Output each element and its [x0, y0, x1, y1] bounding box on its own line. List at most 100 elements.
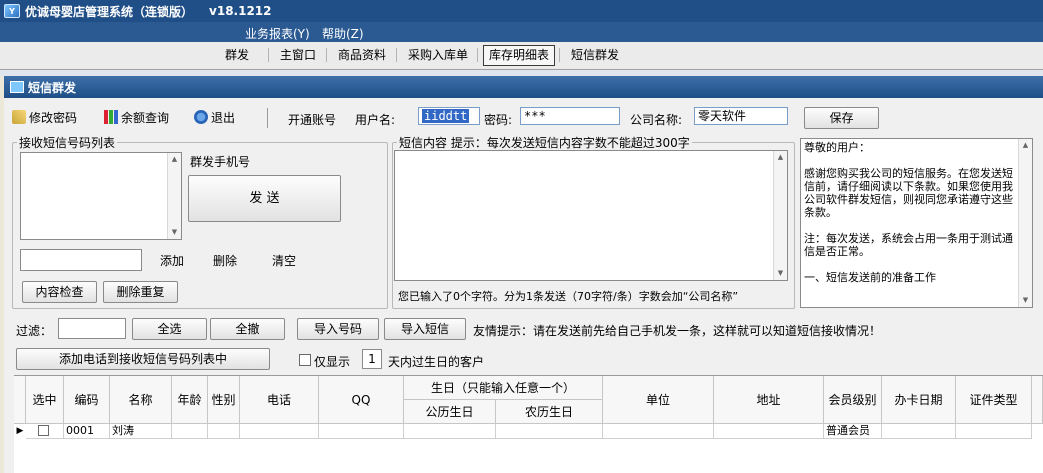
change-password-label: 修改密码 [29, 110, 78, 125]
filter-row: 过滤： 全选 全撤 导入号码 导入短信 友情提示：请在发送前先给自己手机发一条，… [4, 316, 1043, 344]
recipient-list[interactable]: ▲ ▼ [20, 152, 182, 240]
toolbar-separator [267, 108, 268, 128]
tab-separator [477, 48, 478, 62]
col-header-phone[interactable]: 电话 [240, 376, 319, 424]
notice-spacer [804, 219, 1014, 232]
tab-group-send[interactable]: 群发 [219, 45, 255, 66]
tab-sms-mass-send[interactable]: 短信群发 [565, 45, 625, 66]
tab-main-window[interactable]: 主窗口 [274, 45, 322, 66]
clear-link[interactable]: 清空 [272, 252, 296, 269]
table-row-code[interactable]: 0001 [64, 424, 110, 439]
table-row-name[interactable]: 刘涛 [110, 424, 172, 439]
only-show-checkbox[interactable] [299, 354, 311, 366]
table-row-age[interactable] [172, 424, 208, 439]
col-header-gender[interactable]: 性别 [208, 376, 240, 424]
scroll-down-icon[interactable]: ▼ [774, 267, 787, 280]
table-row-card-date[interactable] [882, 424, 956, 439]
scroll-up-icon[interactable]: ▲ [168, 153, 181, 166]
notice-scrollbar[interactable]: ▲ ▼ [1018, 139, 1032, 307]
window-title: 短信群发 [28, 80, 77, 95]
table-row-gender[interactable] [208, 424, 240, 439]
tab-separator [326, 48, 327, 62]
notice-line: 一、短信发送前的准备工作 [804, 271, 936, 284]
tab-inventory-detail[interactable]: 库存明细表 [483, 45, 556, 66]
table-row-address[interactable] [714, 424, 824, 439]
filter-input[interactable] [58, 318, 126, 339]
table-row-selected-cell[interactable] [26, 424, 64, 439]
col-header-qq[interactable]: QQ [319, 376, 404, 424]
tab-separator [396, 48, 397, 62]
birthday-days-input[interactable]: 1 [362, 349, 382, 369]
send-button[interactable]: 发 送 [188, 175, 341, 222]
import-sms-button[interactable]: 导入短信 [384, 318, 466, 340]
password-input[interactable]: *** [520, 107, 620, 125]
menu-help[interactable]: 帮助(Z) [322, 25, 364, 42]
notice-spacer [804, 154, 1014, 167]
col-header-unit[interactable]: 单位 [603, 376, 714, 424]
notice-line: 尊敬的用户： [804, 141, 870, 154]
col-header-code[interactable]: 编码 [64, 376, 110, 424]
open-account-link[interactable]: 开通账号 [288, 111, 336, 128]
sms-content-input[interactable]: ▲ ▼ [394, 150, 788, 281]
username-label: 用户名: [355, 113, 396, 127]
col-header-overflow [1032, 376, 1043, 424]
app-version: v18.1212 [209, 4, 272, 18]
import-numbers-button[interactable]: 导入号码 [297, 318, 379, 340]
scroll-up-icon[interactable]: ▲ [1019, 139, 1032, 152]
exit-label: 退出 [211, 110, 236, 125]
birthday-days-label: 天内过生日的客户 [388, 355, 485, 369]
col-header-age[interactable]: 年龄 [172, 376, 208, 424]
col-header-address[interactable]: 地址 [714, 376, 824, 424]
change-password-button[interactable]: 修改密码 [12, 108, 77, 126]
table-row-member-level[interactable]: 普通会员 [824, 424, 882, 439]
col-header-member-level[interactable]: 会员级别 [824, 376, 882, 424]
key-icon [12, 110, 26, 124]
company-name-input[interactable]: 零天软件 [694, 107, 788, 125]
select-all-button[interactable]: 全选 [132, 318, 207, 340]
tab-purchase-receipt[interactable]: 采购入库单 [402, 45, 474, 66]
row-select-checkbox[interactable] [38, 425, 49, 436]
window-icon [10, 81, 24, 93]
save-button[interactable]: 保存 [804, 107, 879, 129]
friendly-tip: 友情提示：请在发送前先给自己手机发一条，这样就可以知道短信接收情况！ [473, 324, 882, 338]
col-header-name[interactable]: 名称 [110, 376, 172, 424]
col-header-id-type[interactable]: 证件类型 [956, 376, 1032, 424]
bar-chart-icon [104, 110, 118, 124]
sms-char-count-status: 您已输入了0个字符。分为1条发送（70字符/条）字数会加“公司名称” [398, 290, 739, 303]
add-phone-to-list-button[interactable]: 添加电话到接收短信号码列表中 [16, 348, 270, 370]
table-row-unit[interactable] [603, 424, 714, 439]
customer-grid: 选中 编码 名称 年龄 性别 电话 QQ 生日（只能输入任意一个） 公历生日 农… [14, 375, 1043, 473]
remove-duplicates-button[interactable]: 删除重复 [103, 281, 178, 303]
content-check-button[interactable]: 内容检查 [22, 281, 97, 303]
delete-link[interactable]: 删除 [213, 252, 237, 269]
col-header-lunar-birthday[interactable]: 农历生日 [496, 400, 603, 424]
table-row-id-type[interactable] [956, 424, 1032, 439]
username-input[interactable]: iiddtt [418, 107, 480, 125]
table-row-phone[interactable] [240, 424, 319, 439]
scroll-down-icon[interactable]: ▼ [168, 226, 181, 239]
exit-icon [194, 110, 208, 124]
sms-content-scrollbar[interactable]: ▲ ▼ [773, 151, 787, 280]
exit-button[interactable]: 退出 [194, 108, 235, 126]
col-header-birthday-group: 生日（只能输入任意一个） [404, 376, 603, 400]
col-header-selected[interactable]: 选中 [26, 376, 64, 424]
balance-query-label: 余额查询 [121, 110, 170, 125]
sms-content-legend: 短信内容 提示：每次发送短信内容字数不能超过300字 [399, 136, 690, 150]
scroll-up-icon[interactable]: ▲ [774, 151, 787, 164]
tab-product-info[interactable]: 商品资料 [332, 45, 392, 66]
table-row-qq[interactable] [319, 424, 404, 439]
menu-business-reports[interactable]: 业务报表(Y) [245, 25, 310, 42]
row-indicator-header [14, 376, 26, 424]
col-header-card-date[interactable]: 办卡日期 [882, 376, 956, 424]
table-row-lunar-birthday[interactable] [496, 424, 603, 439]
add-link[interactable]: 添加 [160, 252, 184, 269]
scroll-down-icon[interactable]: ▼ [1019, 294, 1032, 307]
mass-phone-label: 群发手机号 [190, 155, 251, 169]
table-row-solar-birthday[interactable] [404, 424, 496, 439]
title-bar: Y 优诚母婴店管理系统（连锁版） v18.1212 [0, 0, 1043, 22]
phone-number-input[interactable] [20, 249, 142, 271]
balance-query-button[interactable]: 余额查询 [104, 108, 169, 126]
deselect-all-button[interactable]: 全撤 [210, 318, 285, 340]
recipient-list-scrollbar[interactable]: ▲ ▼ [167, 153, 181, 239]
col-header-solar-birthday[interactable]: 公历生日 [404, 400, 496, 424]
